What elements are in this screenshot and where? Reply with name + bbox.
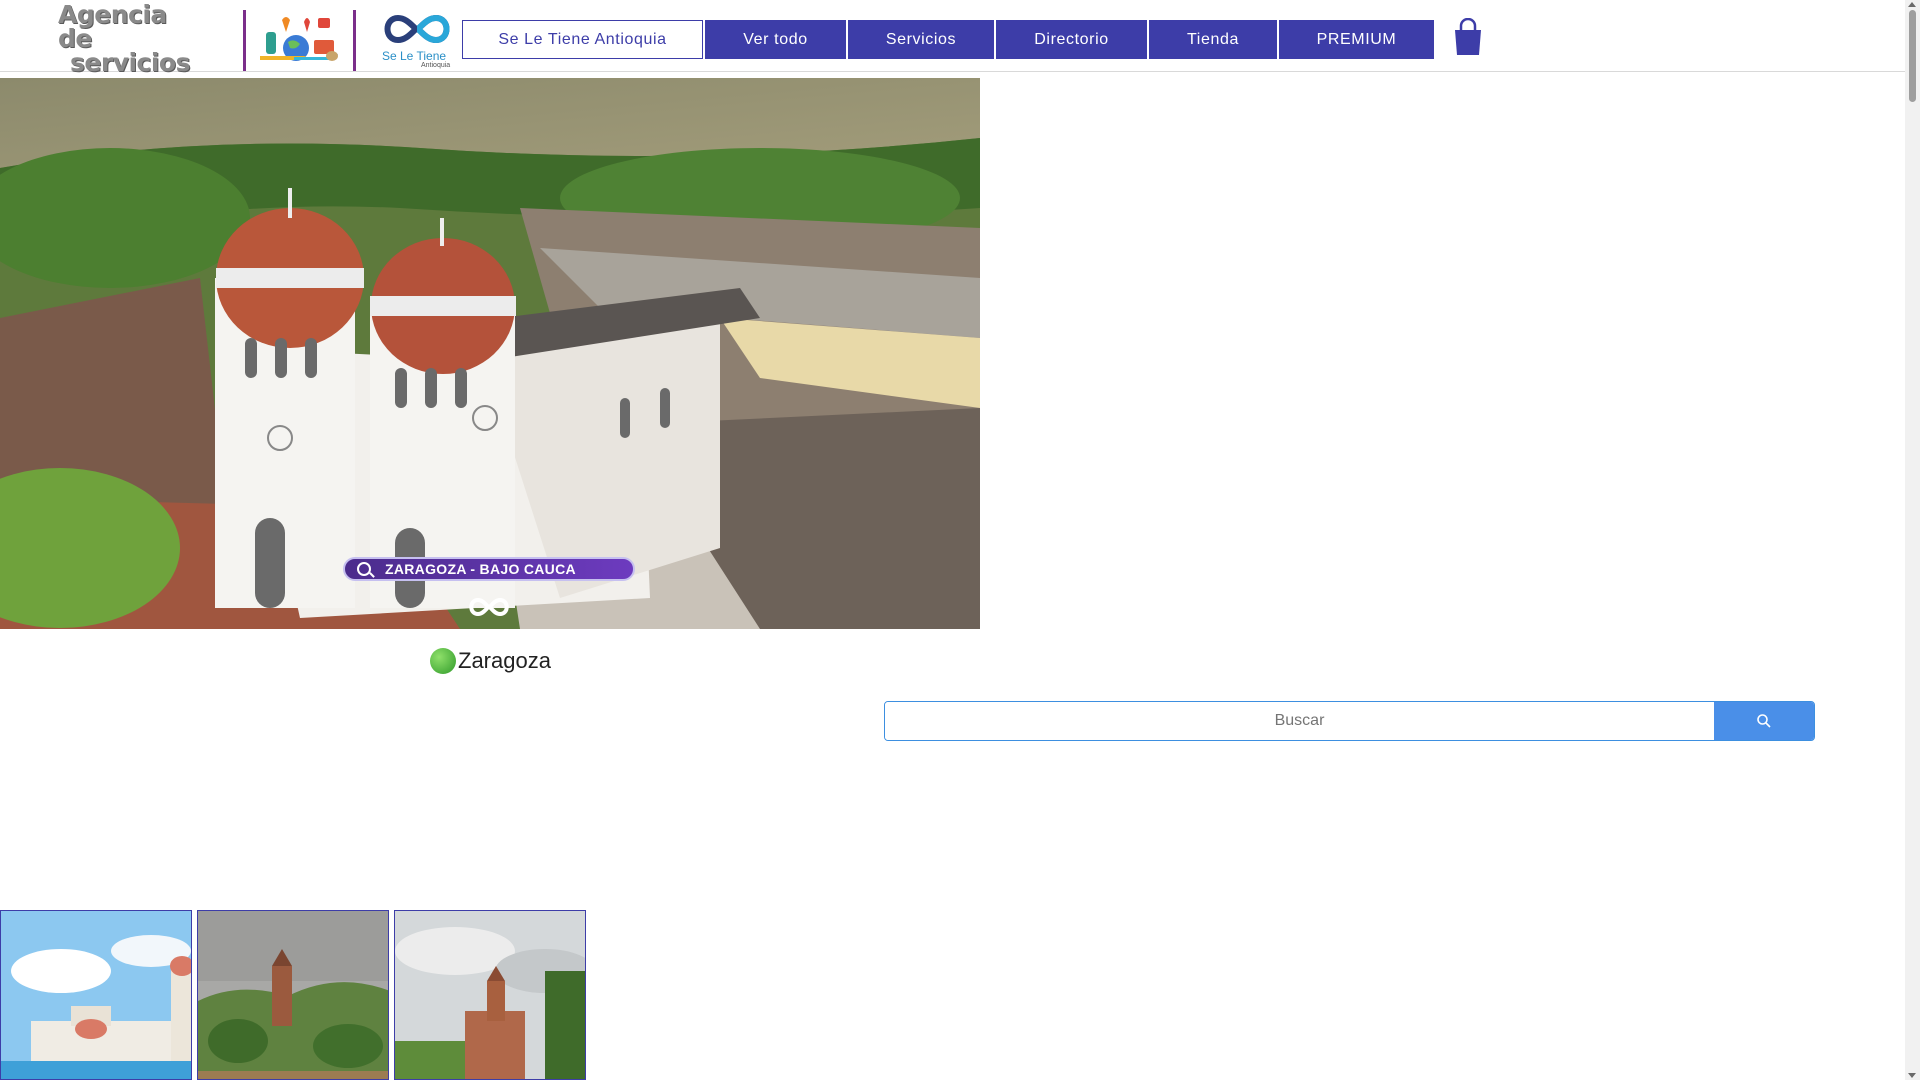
gallery-thumbnail[interactable] [0,910,192,1080]
church-aerial-photo [0,78,980,629]
infinity-watermark-icon [469,597,509,617]
nav-item-se-le-tiene-antioquia[interactable]: Se Le Tiene Antioquia [462,20,703,59]
agencia-logo-line2: servicios [70,48,190,77]
se-le-tiene-logo[interactable]: Se Le Tiene Antioquia [376,10,456,69]
gallery-thumbnail[interactable] [394,910,586,1080]
search-icon [357,562,371,576]
travel-logo[interactable] [243,10,356,71]
se-le-tiene-logo-text: Se Le Tiene [382,49,447,63]
agencia-logo[interactable]: Agencia de servicios [58,2,202,75]
se-le-tiene-logo-subtext: Antioquia [421,62,451,69]
gallery-thumbnail[interactable] [197,910,389,1080]
hero-image: ZARAGOZA - BAJO CAUCA [0,78,980,629]
hero-search-pill-text: ZARAGOZA - BAJO CAUCA [385,561,576,577]
scrollbar-thumb[interactable] [1909,10,1916,102]
site-header: Agencia de servicios Se Le Tiene Antioqu… [0,0,1905,75]
search-input[interactable] [885,702,1714,740]
scroll-down-arrow-icon[interactable] [1908,1073,1916,1078]
nav-item-directorio[interactable]: Directorio [996,20,1147,59]
page-scrollbar[interactable] [1905,0,1920,1080]
main-nav: Se Le Tiene Antioquia Ver todo Servicios… [462,20,1434,59]
nav-item-tienda[interactable]: Tienda [1149,20,1277,59]
town-title: Zaragoza [430,646,551,676]
gallery-thumbnails [0,910,586,1080]
town-title-text: Zaragoza [458,648,551,673]
scroll-up-arrow-icon[interactable] [1908,2,1916,7]
nav-item-premium[interactable]: PREMIUM [1279,20,1434,59]
nav-item-ver-todo[interactable]: Ver todo [705,20,846,59]
search-button[interactable] [1714,702,1814,740]
agencia-logo-line1: Agencia de [58,0,167,53]
shopping-bag-icon[interactable] [1452,17,1484,56]
infinity-icon [384,14,450,44]
hero-search-pill: ZARAGOZA - BAJO CAUCA [343,557,635,581]
nav-item-servicios[interactable]: Servicios [848,20,994,59]
search-bar [884,701,1815,741]
search-icon [1757,714,1771,728]
green-circle-icon [430,648,456,674]
